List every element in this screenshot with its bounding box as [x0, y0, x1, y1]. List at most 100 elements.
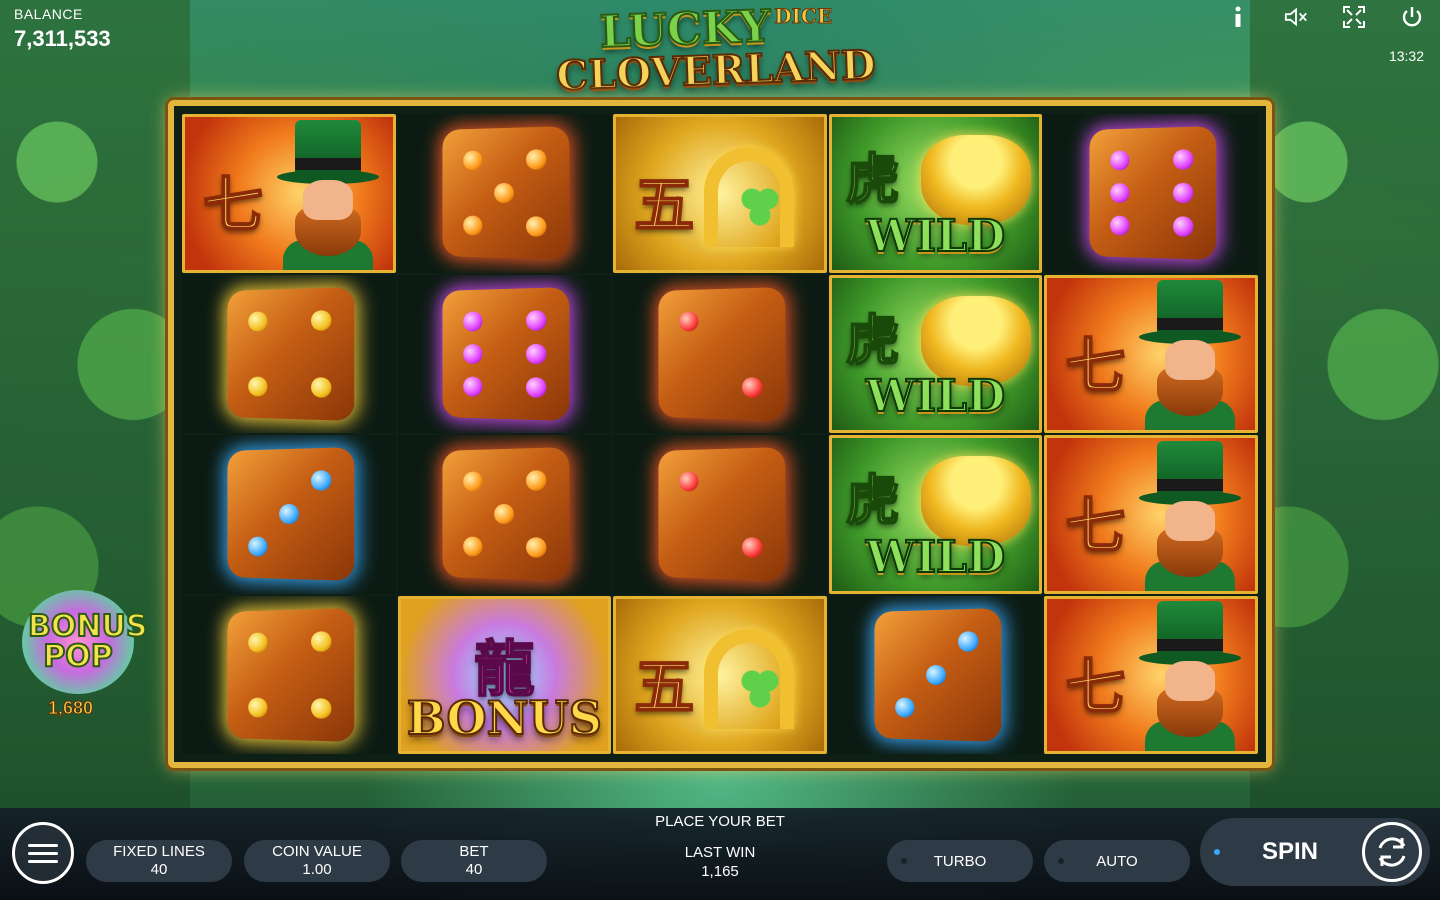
symbol-character: 七 [1064, 491, 1126, 563]
die-pip [1173, 183, 1194, 204]
last-win-value: 1,165 [701, 863, 739, 880]
reel-cell-die [397, 114, 612, 273]
die-pip [679, 472, 699, 493]
leprechaun-icon [1135, 601, 1245, 751]
sound-muted-icon[interactable] [1284, 6, 1308, 28]
reel-cell-die [397, 435, 612, 594]
die-pip [248, 536, 268, 557]
clover-icon [739, 187, 780, 227]
die-pip [925, 664, 946, 685]
bet-label: BET [459, 843, 489, 860]
die-pip [463, 343, 483, 364]
die-pip [526, 343, 547, 364]
coin-value-selector[interactable]: COIN VALUE 1.00 [244, 840, 390, 882]
reel-cell-leprechaun: 七 [1044, 435, 1258, 594]
red-die-icon [658, 286, 786, 421]
die-pip [494, 504, 515, 525]
last-win-display: LAST WIN 1,165 [650, 843, 790, 881]
die-pip [679, 311, 699, 332]
clover-icon [739, 668, 780, 709]
die-pip [310, 697, 332, 719]
bet-selector[interactable]: BET 40 [401, 840, 547, 882]
logo-cloverland-text: CLOVERLAND [555, 40, 878, 100]
reel-cell-die [182, 274, 396, 433]
gold-die-icon [227, 286, 355, 421]
fullscreen-icon[interactable] [1342, 6, 1366, 28]
symbol-character: 五 [633, 652, 695, 724]
leprechaun-icon [273, 119, 383, 270]
symbol-character: 虎 [845, 307, 901, 373]
auto-indicator [1058, 858, 1064, 864]
die-pip [1173, 149, 1194, 171]
spin-refresh-icon[interactable] [1362, 822, 1422, 882]
die-pip [310, 470, 332, 492]
die-pip [741, 376, 763, 398]
die-pip [526, 470, 547, 492]
info-icon[interactable] [1226, 6, 1250, 28]
spin-label: SPIN [1262, 838, 1319, 865]
turbo-toggle[interactable]: TURBO [887, 840, 1033, 882]
coin-value-value: 1.00 [302, 861, 332, 878]
spin-indicator [1214, 849, 1220, 855]
balance-display: BALANCE 7,311,533 [14, 6, 111, 52]
purple-die-icon [1089, 126, 1217, 261]
die-pip [957, 631, 979, 652]
die-pip [463, 375, 483, 396]
purple-die-icon [442, 286, 570, 421]
last-win-label: LAST WIN [684, 844, 756, 861]
reel-cell-wild: 虎 WILD [828, 274, 1043, 433]
die-pip [526, 216, 547, 237]
bonus-pop-value: 1,680 [47, 698, 94, 719]
reel-cell-wild: 虎 WILD [828, 435, 1043, 594]
die-pip [463, 215, 483, 236]
top-icon-bar [1226, 6, 1424, 28]
reel-frame: 七五虎 WILD 虎 WILD 七虎 WILD 七龍 BONUS 五七 [168, 100, 1272, 768]
reel-cell-wild: 虎 WILD [828, 114, 1043, 273]
bonus-pop-badge: BONUS POP [22, 590, 148, 694]
wild-label: WILD [865, 531, 1006, 584]
die-pip [248, 696, 268, 717]
gold-die-icon [227, 607, 355, 742]
die-pip [248, 375, 268, 396]
power-icon[interactable] [1400, 6, 1424, 28]
clock: 13:32 [1388, 48, 1424, 64]
reel-cell-leprechaun: 七 [1044, 274, 1258, 433]
fixed-lines-display: FIXED LINES 40 [86, 840, 232, 882]
menu-button[interactable] [12, 822, 74, 884]
spin-button[interactable]: SPIN [1200, 818, 1430, 886]
leprechaun-icon [1135, 280, 1245, 430]
auto-toggle[interactable]: AUTO [1044, 840, 1190, 882]
reel-cell-die [613, 435, 827, 594]
orange-die-icon [442, 447, 570, 582]
die-pip [463, 311, 483, 332]
die-pip [248, 311, 268, 332]
reel-cell-die [1044, 114, 1258, 273]
red-die-icon [658, 447, 786, 582]
reel-cell-horseshoe: 五 [613, 595, 827, 754]
reel-cell-horseshoe: 五 [613, 114, 827, 273]
symbol-character: 虎 [845, 467, 901, 533]
symbol-character: 五 [633, 170, 695, 242]
die-pip [463, 472, 483, 493]
die-pip [1173, 216, 1194, 237]
balance-label: BALANCE [14, 6, 83, 22]
die-pip [894, 696, 915, 717]
auto-label: AUTO [1096, 852, 1138, 870]
turbo-indicator [901, 858, 907, 864]
die-pip [278, 504, 299, 525]
symbol-character: 七 [1064, 652, 1126, 724]
reel-cell-die [182, 435, 396, 594]
reel-cell-leprechaun: 七 [1044, 595, 1258, 754]
symbol-character: 七 [202, 170, 264, 242]
reel-cell-bonus: 龍 BONUS [397, 595, 612, 754]
bonus-label: BONUS [406, 690, 603, 746]
die-pip [526, 310, 547, 331]
blue-die-icon [874, 607, 1001, 742]
die-pip [526, 537, 547, 558]
die-pip [526, 149, 547, 171]
wild-label: WILD [865, 210, 1006, 263]
reel-grid: 七五虎 WILD 虎 WILD 七虎 WILD 七龍 BONUS 五七 [182, 114, 1258, 754]
reel-cell-die [397, 274, 612, 433]
coin-value-label: COIN VALUE [272, 843, 362, 860]
hamburger-icon [28, 843, 58, 847]
